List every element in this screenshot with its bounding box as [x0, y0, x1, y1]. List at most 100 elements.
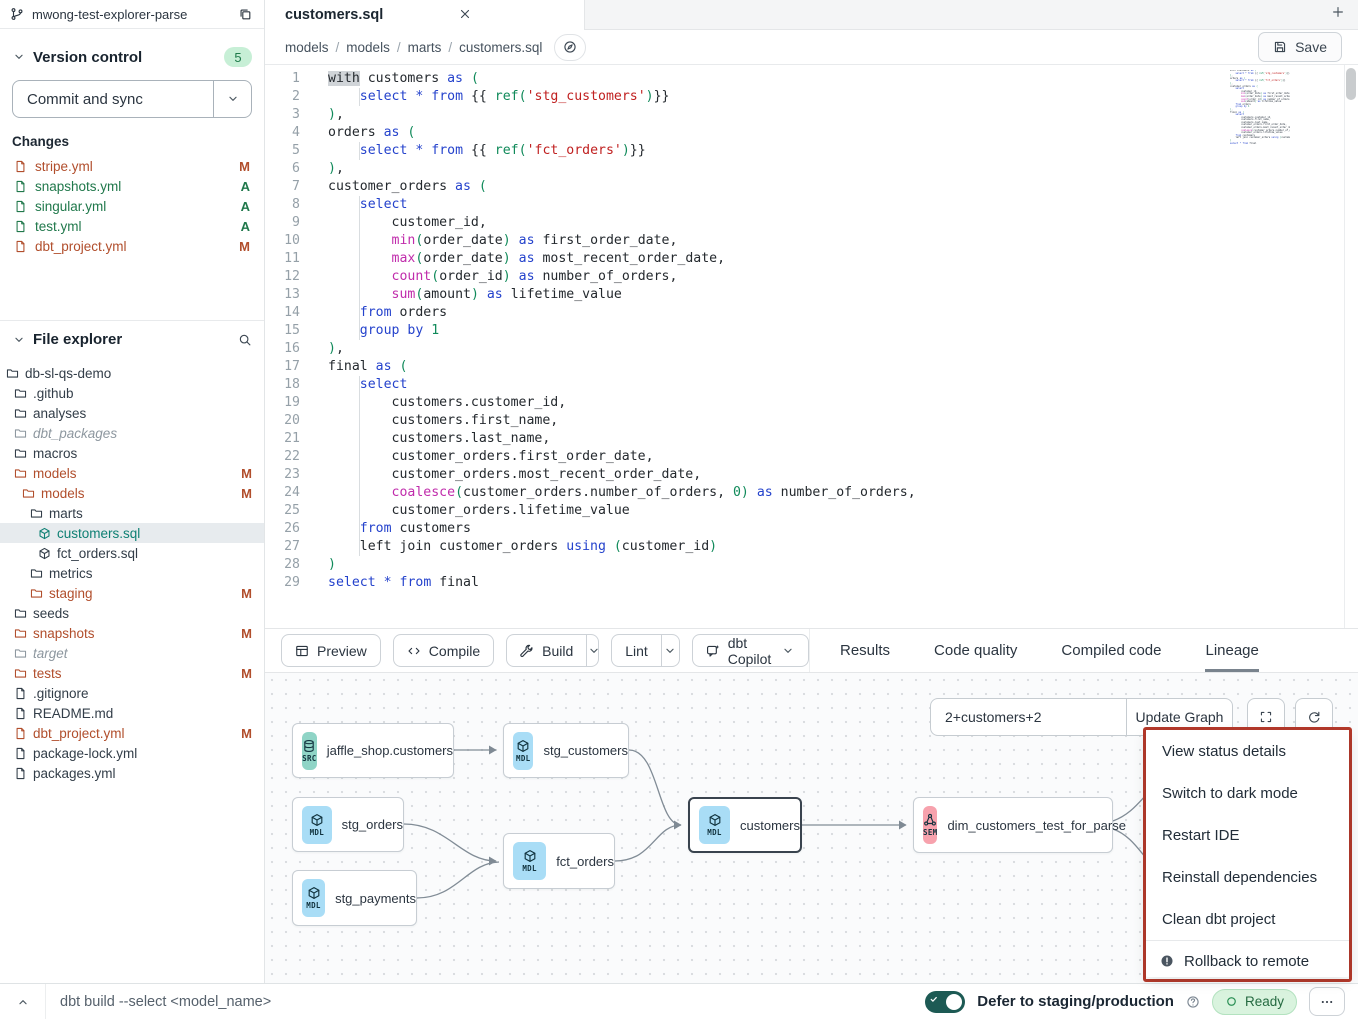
- tree-item-customers-sql[interactable]: customers.sql: [0, 523, 264, 543]
- tree-item-readme-md[interactable]: README.md: [0, 703, 264, 723]
- tree-item-models[interactable]: modelsM: [0, 483, 264, 503]
- menu-item-restart-ide[interactable]: Restart IDE: [1146, 814, 1349, 856]
- tree-item-snapshots[interactable]: snapshotsM: [0, 623, 264, 643]
- lineage-node-stg-payments[interactable]: MDLstg_payments: [292, 870, 417, 926]
- lineage-selector-input[interactable]: [931, 699, 1126, 735]
- code-line[interactable]: 22 customer_orders.first_order_date,: [265, 448, 1358, 466]
- change-item[interactable]: singular.ymlA: [12, 196, 252, 216]
- code-line[interactable]: 10 min(order_date) as first_order_date,: [265, 232, 1358, 250]
- breadcrumb-item[interactable]: customers.sql: [459, 40, 542, 55]
- help-icon[interactable]: [1186, 995, 1200, 1009]
- lineage-node-dim-customers-test-for-parse[interactable]: SEMdim_customers_test_for_parse: [913, 797, 1113, 853]
- tree-item-marts[interactable]: marts: [0, 503, 264, 523]
- tree-item-dbt-project-yml[interactable]: dbt_project.ymlM: [0, 723, 264, 743]
- code-line[interactable]: 25 customer_orders.lifetime_value: [265, 502, 1358, 520]
- compile-button[interactable]: Compile: [393, 634, 494, 667]
- code-editor[interactable]: 1with customers as (2 select * from {{ r…: [265, 65, 1358, 628]
- tree-item-db-sl-qs-demo[interactable]: db-sl-qs-demo: [0, 363, 264, 383]
- tree-item-fct-orders-sql[interactable]: fct_orders.sql: [0, 543, 264, 563]
- lineage-node-customers[interactable]: MDLcustomers: [688, 797, 802, 853]
- tree-item-staging[interactable]: stagingM: [0, 583, 264, 603]
- lineage-node-jaffle-shop-customers[interactable]: SRCjaffle_shop.customers: [292, 723, 454, 778]
- code-line[interactable]: 4orders as (: [265, 124, 1358, 142]
- tree-item--github[interactable]: .github: [0, 383, 264, 403]
- code-line[interactable]: 5 select * from {{ ref('fct_orders')}}: [265, 142, 1358, 160]
- lineage-node-fct-orders[interactable]: MDLfct_orders: [503, 833, 615, 889]
- tree-item-tests[interactable]: testsM: [0, 663, 264, 683]
- commit-dropdown-button[interactable]: [213, 81, 251, 117]
- code-line[interactable]: 20 customers.first_name,: [265, 412, 1358, 430]
- search-icon[interactable]: [238, 333, 252, 347]
- code-line[interactable]: 21 customers.last_name,: [265, 430, 1358, 448]
- code-line[interactable]: 3),: [265, 106, 1358, 124]
- tree-item-package-lock-yml[interactable]: package-lock.yml: [0, 743, 264, 763]
- tab-results[interactable]: Results: [840, 629, 890, 672]
- code-line[interactable]: 2 select * from {{ ref('stg_customers')}…: [265, 88, 1358, 106]
- copy-icon[interactable]: [238, 7, 252, 21]
- code-line[interactable]: 13 sum(amount) as lifetime_value: [265, 286, 1358, 304]
- code-line[interactable]: 23 customer_orders.most_recent_order_dat…: [265, 466, 1358, 484]
- dbt-copilot-button[interactable]: dbt Copilot: [692, 634, 809, 667]
- code-line[interactable]: 18 select: [265, 376, 1358, 394]
- build-dropdown-button[interactable]: [586, 635, 599, 666]
- scrollbar-thumb[interactable]: [1346, 68, 1356, 100]
- code-line[interactable]: 27 left join customer_orders using (cust…: [265, 538, 1358, 556]
- tab-customers-sql[interactable]: customers.sql: [265, 0, 585, 30]
- tree-item-target[interactable]: target: [0, 643, 264, 663]
- code-line[interactable]: 7customer_orders as (: [265, 178, 1358, 196]
- menu-item-rollback-to-remote[interactable]: Rollback to remote: [1146, 940, 1349, 977]
- command-input[interactable]: dbt build --select <model_name>: [46, 994, 925, 1010]
- code-line[interactable]: 1with customers as (: [265, 70, 1358, 88]
- save-button[interactable]: Save: [1258, 32, 1342, 62]
- lineage-node-stg-customers[interactable]: MDLstg_customers: [503, 723, 629, 778]
- tab-code-quality[interactable]: Code quality: [934, 629, 1017, 672]
- tree-item-models[interactable]: modelsM: [0, 463, 264, 483]
- more-options-button[interactable]: [1309, 987, 1345, 1016]
- code-line[interactable]: 29select * from final: [265, 574, 1358, 592]
- change-item[interactable]: dbt_project.ymlM: [12, 236, 252, 256]
- tab-lineage[interactable]: Lineage: [1205, 629, 1258, 672]
- change-item[interactable]: stripe.ymlM: [12, 156, 252, 176]
- code-line[interactable]: 14 from orders: [265, 304, 1358, 322]
- menu-item-view-status-details[interactable]: View status details: [1146, 730, 1349, 772]
- new-tab-button[interactable]: [1331, 5, 1345, 19]
- code-line[interactable]: 12 count(order_id) as number_of_orders,: [265, 268, 1358, 286]
- change-item[interactable]: test.ymlA: [12, 216, 252, 236]
- editor-minimap[interactable]: with customers as ( select * from {{ ref…: [1230, 70, 1290, 160]
- compass-icon[interactable]: [554, 34, 586, 61]
- code-line[interactable]: 6),: [265, 160, 1358, 178]
- tree-item-packages-yml[interactable]: packages.yml: [0, 763, 264, 783]
- menu-item-reinstall-dependencies[interactable]: Reinstall dependencies: [1146, 856, 1349, 898]
- code-line[interactable]: 28): [265, 556, 1358, 574]
- close-icon[interactable]: [458, 7, 472, 21]
- build-button[interactable]: Build: [507, 635, 586, 666]
- tab-compiled-code[interactable]: Compiled code: [1061, 629, 1161, 672]
- tree-item-metrics[interactable]: metrics: [0, 563, 264, 583]
- preview-button[interactable]: Preview: [281, 634, 381, 667]
- code-line[interactable]: 16),: [265, 340, 1358, 358]
- code-line[interactable]: 19 customers.customer_id,: [265, 394, 1358, 412]
- code-line[interactable]: 11 max(order_date) as most_recent_order_…: [265, 250, 1358, 268]
- commit-and-sync-button[interactable]: Commit and sync: [13, 81, 213, 117]
- code-line[interactable]: 26 from customers: [265, 520, 1358, 538]
- code-line[interactable]: 17final as (: [265, 358, 1358, 376]
- tree-item-analyses[interactable]: analyses: [0, 403, 264, 423]
- tree-item--gitignore[interactable]: .gitignore: [0, 683, 264, 703]
- chevron-down-icon[interactable]: [12, 50, 26, 64]
- breadcrumb-item[interactable]: models: [285, 40, 329, 55]
- change-item[interactable]: snapshots.ymlA: [12, 176, 252, 196]
- breadcrumb-item[interactable]: marts: [408, 40, 442, 55]
- code-line[interactable]: 24 coalesce(customer_orders.number_of_or…: [265, 484, 1358, 502]
- lint-button[interactable]: Lint: [612, 635, 661, 666]
- menu-item-switch-to-dark-mode[interactable]: Switch to dark mode: [1146, 772, 1349, 814]
- chevron-down-icon[interactable]: [12, 333, 26, 347]
- code-line[interactable]: 8 select: [265, 196, 1358, 214]
- expand-command-bar-button[interactable]: [0, 984, 46, 1019]
- tree-item-seeds[interactable]: seeds: [0, 603, 264, 623]
- code-line[interactable]: 9 customer_id,: [265, 214, 1358, 232]
- lineage-node-stg-orders[interactable]: MDLstg_orders: [292, 797, 404, 852]
- tree-item-dbt-packages[interactable]: dbt_packages: [0, 423, 264, 443]
- defer-toggle[interactable]: [925, 991, 965, 1013]
- code-line[interactable]: 15 group by 1: [265, 322, 1358, 340]
- menu-item-clean-dbt-project[interactable]: Clean dbt project: [1146, 898, 1349, 940]
